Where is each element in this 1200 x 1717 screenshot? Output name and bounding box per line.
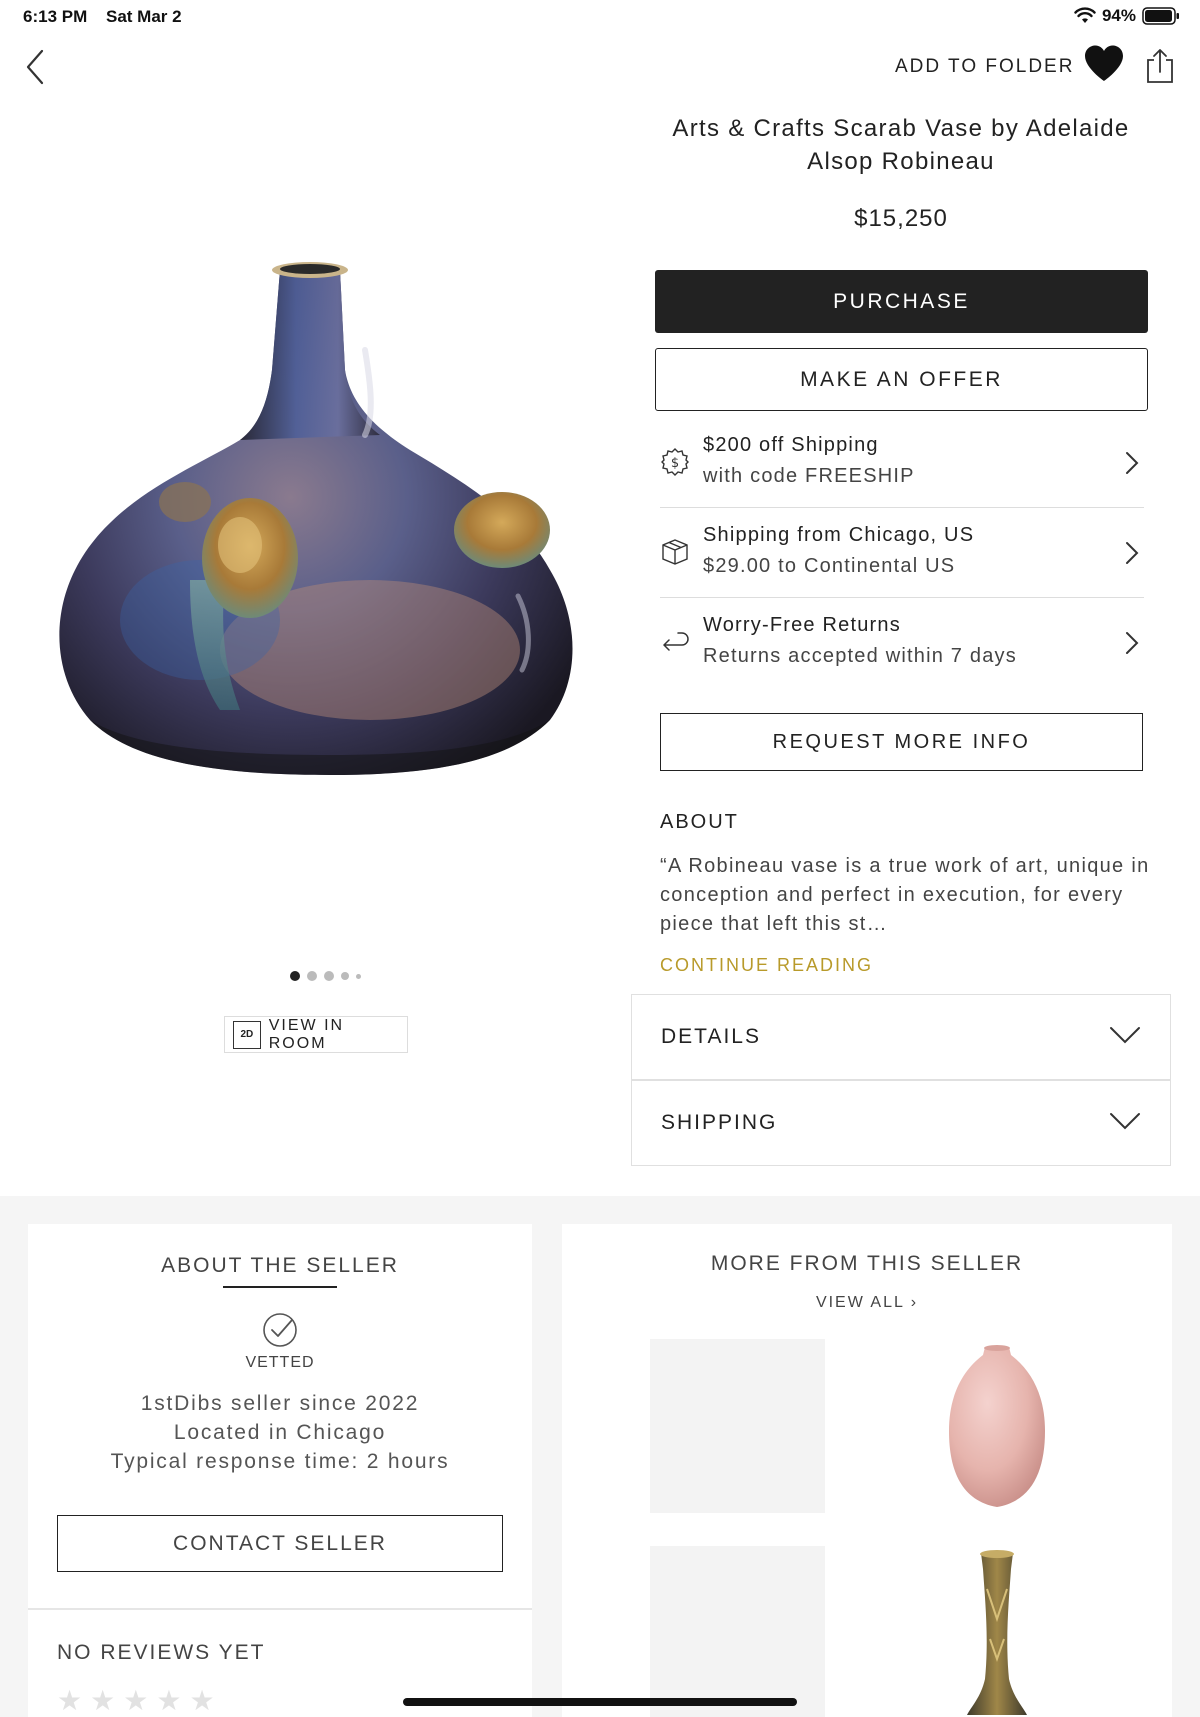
continue-reading-link[interactable]: CONTINUE READING — [660, 955, 873, 976]
status-time: 6:13 PM — [23, 7, 88, 26]
chevron-down-icon — [1110, 1113, 1140, 1130]
info-row-title: Shipping from Chicago, US — [703, 524, 975, 546]
carousel-dot-2[interactable] — [307, 971, 317, 981]
chevron-down-icon — [1110, 1027, 1140, 1044]
return-arrow-icon — [663, 632, 689, 651]
about-seller-heading: ABOUT THE SELLER — [161, 1254, 399, 1277]
more-from-seller-card: MORE FROM THIS SELLER VIEW ALL › — [562, 1224, 1172, 1717]
star-icon: ★ — [123, 1684, 149, 1717]
purchase-button[interactable]: PURCHASE — [655, 270, 1148, 333]
chevron-right-icon — [1126, 542, 1139, 564]
status-bar: 6:13 PM Sat Mar 2 94% — [0, 0, 1200, 34]
about-heading: ABOUT — [660, 811, 739, 833]
seller-response-time: Typical response time: 2 hours — [110, 1450, 450, 1473]
shipping-accordion[interactable]: SHIPPING — [631, 1080, 1171, 1166]
star-rating: ★ ★ ★ ★ ★ — [57, 1687, 215, 1715]
vetted-label: VETTED — [245, 1354, 315, 1371]
view-in-room-label: VIEW IN ROOM — [268, 1016, 345, 1052]
info-row-subtitle: Returns accepted within 7 days — [703, 645, 1017, 667]
details-accordion[interactable]: DETAILS — [631, 994, 1171, 1080]
about-description: “A Robineau vase is a true work of art, … — [660, 855, 1150, 935]
details-accordion-label: DETAILS — [661, 1025, 761, 1048]
carousel-dot-3[interactable] — [324, 971, 334, 981]
status-indicators: 94% — [1074, 6, 1180, 26]
view-in-room-icon: 2D — [233, 1020, 261, 1049]
back-chevron-icon — [26, 49, 44, 85]
star-icon: ★ — [189, 1684, 215, 1717]
vase-image — [59, 262, 573, 775]
info-row-subtitle: $29.00 to Continental US — [703, 555, 956, 577]
chevron-right-icon — [1126, 452, 1139, 474]
star-icon: ★ — [90, 1684, 116, 1717]
star-icon: ★ — [57, 1684, 83, 1717]
bronze-vase-image — [967, 1550, 1027, 1715]
add-to-folder-button[interactable]: ADD TO FOLDER — [895, 56, 1074, 78]
product-thumbnail-placeholder[interactable] — [650, 1546, 825, 1717]
battery-icon — [1142, 7, 1179, 25]
svg-text:$: $ — [671, 456, 679, 471]
product-thumbnail-bronze-vase[interactable] — [957, 1549, 1037, 1717]
shipping-accordion-label: SHIPPING — [661, 1111, 778, 1134]
share-icon — [1147, 49, 1173, 83]
seller-since: 1stDibs seller since 2022 — [140, 1392, 420, 1415]
info-row-subtitle: with code FREESHIP — [703, 465, 915, 487]
package-icon — [662, 539, 688, 565]
heart-icon — [1085, 45, 1123, 81]
dollar-badge-icon: $ — [661, 448, 689, 476]
request-more-info-button[interactable]: REQUEST MORE INFO — [660, 713, 1143, 771]
share-button[interactable] — [1145, 48, 1175, 84]
info-row-shipping-discount[interactable]: $ $200 off Shipping with code FREESHIP — [660, 420, 1144, 508]
divider — [28, 1608, 532, 1610]
seller-location: Located in Chicago — [173, 1421, 387, 1444]
make-offer-button[interactable]: MAKE AN OFFER — [655, 348, 1148, 411]
chevron-right-icon — [1126, 632, 1139, 654]
star-icon: ★ — [156, 1684, 182, 1717]
info-row-shipping-origin[interactable]: Shipping from Chicago, US $29.00 to Cont… — [660, 510, 1144, 598]
product-thumbnail-placeholder[interactable] — [650, 1339, 825, 1513]
favorite-button[interactable] — [1083, 44, 1125, 84]
contact-seller-button[interactable]: CONTACT SELLER — [57, 1515, 503, 1572]
carousel-dot-4[interactable] — [341, 972, 349, 980]
view-in-room-badge: 2D — [240, 1029, 254, 1040]
view-all-link[interactable]: VIEW ALL › — [562, 1294, 1172, 1312]
more-from-seller-heading: MORE FROM THIS SELLER — [710, 1252, 1024, 1275]
info-row-title: Worry-Free Returns — [703, 614, 901, 636]
about-seller-card: ABOUT THE SELLER VETTED 1stDibs seller s… — [28, 1224, 532, 1717]
info-row-title: $200 off Shipping — [703, 434, 879, 456]
pink-vase-image — [949, 1345, 1045, 1507]
wifi-icon — [1074, 7, 1096, 23]
heading-underline — [223, 1286, 337, 1288]
product-image[interactable] — [40, 240, 600, 820]
reviews-label: NO REVIEWS YET — [57, 1641, 266, 1664]
product-thumbnail-pink-vase[interactable] — [937, 1341, 1057, 1513]
info-row-returns[interactable]: Worry-Free Returns Returns accepted with… — [660, 600, 1144, 688]
carousel-dot-1[interactable] — [290, 971, 300, 981]
carousel-dots[interactable] — [290, 971, 361, 981]
battery-percent: 94% — [1101, 6, 1136, 25]
product-price: $15,250 — [854, 205, 948, 232]
carousel-dot-5[interactable] — [356, 973, 361, 979]
status-date: Sat Mar 2 — [106, 7, 182, 26]
view-in-room-button[interactable]: 2D VIEW IN ROOM — [224, 1016, 408, 1053]
product-title: Arts & Crafts Scarab Vase by Adelaide Al… — [672, 115, 1130, 175]
check-circle-icon — [263, 1313, 297, 1347]
home-indicator[interactable] — [403, 1698, 797, 1706]
back-button[interactable] — [22, 47, 52, 87]
